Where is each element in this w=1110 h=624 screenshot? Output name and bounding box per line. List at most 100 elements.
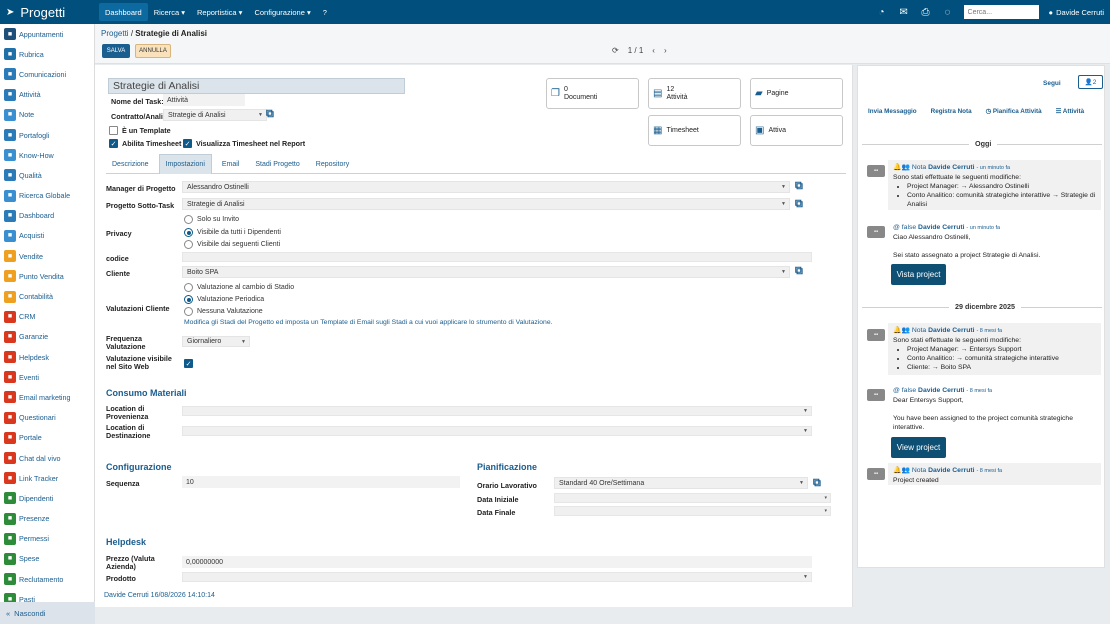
timesheet-report-checkbox[interactable]: ✓ xyxy=(183,139,192,148)
tab-descrizione[interactable]: Descrizione xyxy=(106,154,155,174)
valutazione-radio-none[interactable] xyxy=(184,307,193,316)
location-dest-select[interactable]: ▼ xyxy=(182,426,812,436)
nav-reportistica[interactable]: Reportistica ▾ xyxy=(191,0,248,24)
message-author[interactable]: Davide Cerruti xyxy=(928,467,974,474)
nav-configurazione[interactable]: Configurazione ▾ xyxy=(248,0,316,24)
subtask-external-link-icon[interactable]: ⧉ xyxy=(795,198,803,211)
sidebar-item-dipendenti[interactable]: ■ Dipendenti xyxy=(0,488,94,508)
sidebar-item-portale[interactable]: ■ Portale xyxy=(0,428,94,448)
message-author[interactable]: Davide Cerruti xyxy=(928,164,974,171)
save-button[interactable]: SALVA xyxy=(102,44,130,58)
log-note-button[interactable]: Registra Nota xyxy=(931,108,972,115)
sidebar-item-note[interactable]: ■ Note xyxy=(0,105,94,125)
sidebar-item-questionari[interactable]: ■ Questionari xyxy=(0,408,94,428)
activities-button[interactable]: ▤ 12 Attività xyxy=(648,78,741,109)
sidebar-item-helpdesk[interactable]: ■ Helpdesk xyxy=(0,347,94,367)
sidebar-item-know-how[interactable]: ■ Know-How xyxy=(0,145,94,165)
sidebar-item-reclutamento[interactable]: ■ Reclutamento xyxy=(0,569,94,589)
cliente-external-link-icon[interactable]: ⧉ xyxy=(795,265,803,278)
cliente-select[interactable]: Boito SPA ▼ xyxy=(182,266,790,278)
sidebar-item-vendite[interactable]: ■ Vendite xyxy=(0,246,94,266)
codice-input[interactable] xyxy=(182,252,812,262)
timesheet-button[interactable]: ▦ Timesheet xyxy=(648,115,741,146)
task-title-input[interactable]: Strategie di Analisi xyxy=(108,78,405,94)
timesheet-checkbox[interactable]: ✓ xyxy=(109,139,118,148)
sidebar-item-punto-vendita[interactable]: ■ Punto Vendita xyxy=(0,266,94,286)
orario-select[interactable]: Standard 40 Ore/Settimana ▼ xyxy=(554,477,808,489)
sequenza-input[interactable]: 10 xyxy=(182,476,460,488)
sidebar-item-crm[interactable]: ■ CRM xyxy=(0,307,94,327)
sidebar-item-acquisti[interactable]: ■ Acquisti xyxy=(0,226,94,246)
contract-select[interactable]: Strategie di Analisi ▼ xyxy=(163,109,267,121)
followers-button[interactable]: 👤 2 xyxy=(1078,75,1103,89)
tab-repository[interactable]: Repository xyxy=(310,154,355,174)
prodotto-select[interactable]: ▼ xyxy=(182,572,812,582)
data-finale-input[interactable]: ▾ xyxy=(554,506,831,516)
valutazione-radio-periodic[interactable] xyxy=(184,295,193,304)
privacy-radio-invite[interactable] xyxy=(184,215,193,224)
sidebar-item-attivit-[interactable]: ■ Attività xyxy=(0,85,94,105)
message-author[interactable]: Davide Cerruti xyxy=(918,224,964,231)
external-link-icon[interactable]: ⧉ xyxy=(266,108,274,121)
sidebar-item-rubrica[interactable]: ■ Rubrica xyxy=(0,44,94,64)
sidebar-item-link-tracker[interactable]: ■ Link Tracker xyxy=(0,468,94,488)
valutazione-radio-stage[interactable] xyxy=(184,283,193,292)
sidebar-item-email-marketing[interactable]: ■ Email marketing xyxy=(0,387,94,407)
sidebar-item-qualit-[interactable]: ■ Qualità xyxy=(0,165,94,185)
active-toggle-button[interactable]: ▣ Attiva xyxy=(750,115,843,146)
visibile-web-checkbox[interactable]: ✓ xyxy=(184,359,193,368)
user-menu[interactable]: ● Davide Cerruti xyxy=(1049,8,1104,17)
manager-select[interactable]: Alessandro Ostinelli ▼ xyxy=(182,181,790,193)
cancel-button[interactable]: ANNULLA xyxy=(135,44,171,58)
sidebar-item-spese[interactable]: ■ Spese xyxy=(0,549,94,569)
global-search-input[interactable] xyxy=(963,5,1039,19)
activity-clock-icon[interactable]: ◔ xyxy=(876,7,888,18)
view-project-button[interactable]: Vista project xyxy=(891,264,946,285)
manager-external-link-icon[interactable]: ⧉ xyxy=(795,180,803,193)
follow-button[interactable]: Segui xyxy=(1043,80,1061,87)
sidebar-item-contabilit-[interactable]: ■ Contabilità xyxy=(0,286,94,306)
sidebar-item-dashboard[interactable]: ■ Dashboard xyxy=(0,206,94,226)
chat-icon[interactable]: ✉ xyxy=(898,7,910,18)
tab-stadi-progetto[interactable]: Stadi Progetto xyxy=(249,154,305,174)
nav-ricerca[interactable]: Ricerca ▾ xyxy=(148,0,191,24)
sidebar-item-ricerca-globale[interactable]: ■ Ricerca Globale xyxy=(0,186,94,206)
is-template-checkbox[interactable] xyxy=(109,126,118,135)
hide-sidebar-button[interactable]: « Nascondi xyxy=(0,602,95,624)
task-name-input[interactable]: Attività xyxy=(163,94,245,106)
loading-icon[interactable]: ◌ xyxy=(942,7,954,18)
refresh-icon[interactable]: ⟳ xyxy=(612,46,619,55)
subtask-select[interactable]: Strategie di Analisi ▼ xyxy=(182,198,790,210)
nav-dashboard[interactable]: Dashboard xyxy=(99,3,148,21)
frequenza-select[interactable]: Giornaliero ▼ xyxy=(182,336,250,347)
pager-prev-icon[interactable]: ‹ xyxy=(652,46,655,55)
sidebar-item-eventi[interactable]: ■ Eventi xyxy=(0,367,94,387)
sidebar-item-portafogli[interactable]: ■ Portafogli xyxy=(0,125,94,145)
pages-button[interactable]: ▰ Pagine xyxy=(750,78,843,109)
sidebar-item-appuntamenti[interactable]: ■ Appuntamenti xyxy=(0,24,94,44)
nav-help[interactable]: ? xyxy=(317,0,333,24)
data-iniziale-input[interactable]: ▾ xyxy=(554,493,831,503)
sidebar-item-chat-dal-vivo[interactable]: ■ Chat dal vivo xyxy=(0,448,94,468)
activities-link[interactable]: ☰ Attività xyxy=(1056,108,1085,115)
prezzo-input[interactable]: 0,00000000 xyxy=(182,556,812,568)
pager-next-icon[interactable]: › xyxy=(664,46,667,55)
message-author[interactable]: Davide Cerruti xyxy=(928,327,974,334)
schedule-activity-button[interactable]: ◷ Pianifica Attività xyxy=(986,108,1042,115)
sidebar-item-presenze[interactable]: ■ Presenze xyxy=(0,509,94,529)
orario-external-link-icon[interactable]: ⧉ xyxy=(813,477,821,490)
location-prov-select[interactable]: ▼ xyxy=(182,406,812,416)
app-brand[interactable]: ➤ Progetti xyxy=(0,0,95,24)
tab-email[interactable]: Email xyxy=(216,154,246,174)
sidebar-item-permessi[interactable]: ■ Permessi xyxy=(0,529,94,549)
view-project-button[interactable]: View project xyxy=(891,437,946,458)
privacy-radio-employees[interactable] xyxy=(184,228,193,237)
documents-button[interactable]: ❐ 0 Documenti xyxy=(546,78,639,109)
tab-impostazioni[interactable]: Impostazioni xyxy=(158,154,212,174)
privacy-radio-customers[interactable] xyxy=(184,240,193,249)
print-icon[interactable]: ⎙ xyxy=(920,7,932,18)
message-author[interactable]: Davide Cerruti xyxy=(918,387,964,394)
valutazioni-info[interactable]: Modifica gli Stadi del Progetto ed impos… xyxy=(184,319,553,326)
sidebar-item-comunicazioni[interactable]: ■ Comunicazioni xyxy=(0,64,94,84)
sidebar-item-garanzie[interactable]: ■ Garanzie xyxy=(0,327,94,347)
